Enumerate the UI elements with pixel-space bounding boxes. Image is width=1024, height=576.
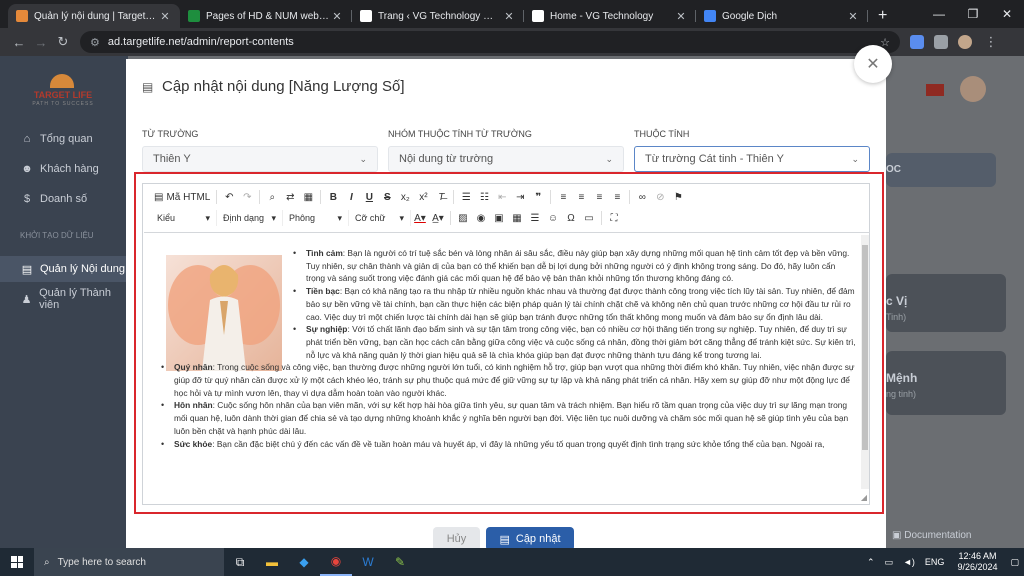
sidebar-item[interactable]: ♟ Quản lý Thành viên [0, 286, 128, 312]
tab-close-icon[interactable]: ✕ [502, 10, 516, 23]
browser-tab[interactable]: Google Dịch ✕ [696, 4, 868, 28]
documentation-link[interactable]: ▣ Documentation [892, 530, 972, 541]
thuoc-tinh-select[interactable]: Từ trường Cát tinh - Thiên Y ⌄ [634, 146, 870, 172]
forward-icon[interactable]: → [30, 35, 52, 50]
browser-tab[interactable]: Home - VG Technology ✕ [524, 4, 696, 28]
home-icon: ⌂ [23, 133, 31, 145]
sidebar-item[interactable]: ▤ Quản lý Nội dung [0, 256, 128, 282]
tab-favicon-icon [704, 10, 716, 22]
close-window-icon[interactable]: ✕ [990, 0, 1024, 28]
menu-dots-icon[interactable]: ⋮ [980, 34, 1002, 50]
bg-card-2: Mệnh ng tinh) [886, 351, 1006, 415]
browser-tab-strip: Quản lý nội dung | Target Life ✕ Pages of … [0, 0, 1024, 28]
profile-avatar-icon[interactable] [958, 35, 972, 49]
nhom-thuoc-tinh-select[interactable]: Nội dung từ trường ⌄ [388, 146, 624, 172]
file-explorer-icon[interactable]: ▬ [256, 548, 288, 576]
maximize-icon[interactable]: ❐ [956, 0, 990, 28]
logo-brand: TARGET LIFE [33, 90, 93, 100]
field-label-thuoc-tinh: THUỘC TÍNH [634, 129, 690, 139]
new-tab-button[interactable]: + [868, 4, 897, 28]
task-view-icon[interactable]: ⧉ [224, 548, 256, 576]
tray-chevron-icon[interactable]: ⌃ [867, 557, 875, 568]
language-flag-icon[interactable] [926, 84, 944, 96]
browser-tab[interactable]: Quản lý nội dung | Target Life ✕ [8, 4, 180, 28]
doc-icon: ▣ [892, 530, 905, 541]
tab-favicon-icon [532, 10, 544, 22]
tab-close-icon[interactable]: ✕ [158, 10, 172, 23]
save-icon: ▤ [499, 533, 510, 546]
chrome-icon[interactable]: ◉ [320, 548, 352, 576]
member-icon: ♟ [21, 293, 32, 306]
tab-close-icon[interactable]: ✕ [330, 10, 344, 23]
tab-favicon-icon [360, 10, 372, 22]
chevron-down-icon: ⌄ [359, 153, 367, 164]
window-controls: — ❐ ✕ [922, 0, 1024, 28]
dollar-icon: $ [23, 193, 31, 205]
sidebar-item[interactable]: ⌂ Tổng quan [0, 126, 128, 152]
book-icon: ▤ [21, 263, 33, 276]
paint-icon[interactable]: ✎ [384, 548, 416, 576]
url-text: ad.targetlife.net/admin/report-contents [107, 36, 294, 48]
windows-logo-icon [11, 556, 23, 568]
modal-title: ▤ Cập nhật nội dung [Năng Lượng Số] [142, 78, 405, 95]
windows-taskbar: ⌕ Type here to search ⧉ ▬ ◆ ◉ W ✎ ⌃ ▭ ◄) … [0, 548, 1024, 576]
volume-icon[interactable]: ◄) [903, 557, 915, 567]
tab-separator [867, 10, 868, 22]
url-input[interactable]: ⚙ ad.targetlife.net/admin/report-content… [80, 31, 900, 53]
logo-slogan: PATH TO SUCCESS [32, 101, 94, 107]
close-icon: ✕ [866, 56, 880, 73]
sidebar-section-title: KHỞI TẠO DỮ LIỆU [20, 231, 94, 240]
tab-close-icon[interactable]: ✕ [846, 10, 860, 23]
extension-icon[interactable] [910, 35, 924, 49]
clipboard-icon: ▤ [142, 79, 154, 94]
highlight-frame [134, 172, 884, 514]
chevron-down-icon: ⌄ [851, 153, 859, 164]
chevron-down-icon: ⌄ [605, 153, 613, 164]
sidebar-item[interactable]: $ Doanh số [0, 186, 128, 212]
taskbar-search-input[interactable]: ⌕ Type here to search [34, 548, 224, 576]
puzzle-extensions-icon[interactable] [934, 35, 948, 49]
minimize-icon[interactable]: — [922, 0, 956, 28]
word-icon[interactable]: W [352, 548, 384, 576]
notification-icon[interactable]: ▢ [1010, 557, 1019, 568]
reload-icon[interactable]: ↻ [52, 34, 74, 50]
clock[interactable]: 12:46 AM 9/26/2024 [957, 551, 997, 573]
system-tray: ⌃ ▭ ◄) ENG 12:46 AM 9/26/2024 ▢ [862, 548, 1024, 576]
bg-card-1: c Vị Tinh) [886, 274, 1006, 332]
browser-tab[interactable]: Pages of HD & NUM web - Goo✕ [180, 4, 352, 28]
logo-sun-icon [50, 74, 74, 88]
search-icon: ⌕ [44, 556, 50, 568]
user-avatar[interactable] [960, 76, 986, 102]
sidebar: TARGET LIFE PATH TO SUCCESS ⌂ Tổng quan ☻ K… [0, 56, 128, 548]
users-icon: ☻ [21, 163, 33, 175]
start-button[interactable] [0, 556, 34, 568]
network-icon[interactable]: ▭ [885, 557, 894, 568]
tab-favicon-icon [16, 10, 28, 22]
bg-card-header: OC [886, 153, 996, 187]
field-label-tu-truong: TỪ TRƯỜNG [142, 129, 199, 139]
vscode-icon[interactable]: ◆ [288, 548, 320, 576]
modal-close-button[interactable]: ✕ [854, 45, 892, 83]
field-label-nhom-thuoc-tinh: NHÓM THUỘC TÍNH TỪ TRƯỜNG [388, 129, 532, 139]
tab-favicon-icon [188, 10, 200, 22]
target-life-logo: TARGET LIFE PATH TO SUCCESS [22, 72, 104, 112]
tu-truong-select[interactable]: Thiên Y ⌄ [142, 146, 378, 172]
language-indicator[interactable]: ENG [925, 557, 945, 567]
sidebar-item[interactable]: ☻ Khách hàng [0, 156, 128, 182]
site-info-icon[interactable]: ⚙ [90, 36, 100, 49]
tab-close-icon[interactable]: ✕ [674, 10, 688, 23]
browser-tab[interactable]: Trang ‹ VG Technology — Wor ✕ [352, 4, 524, 28]
back-icon[interactable]: ← [8, 35, 30, 50]
